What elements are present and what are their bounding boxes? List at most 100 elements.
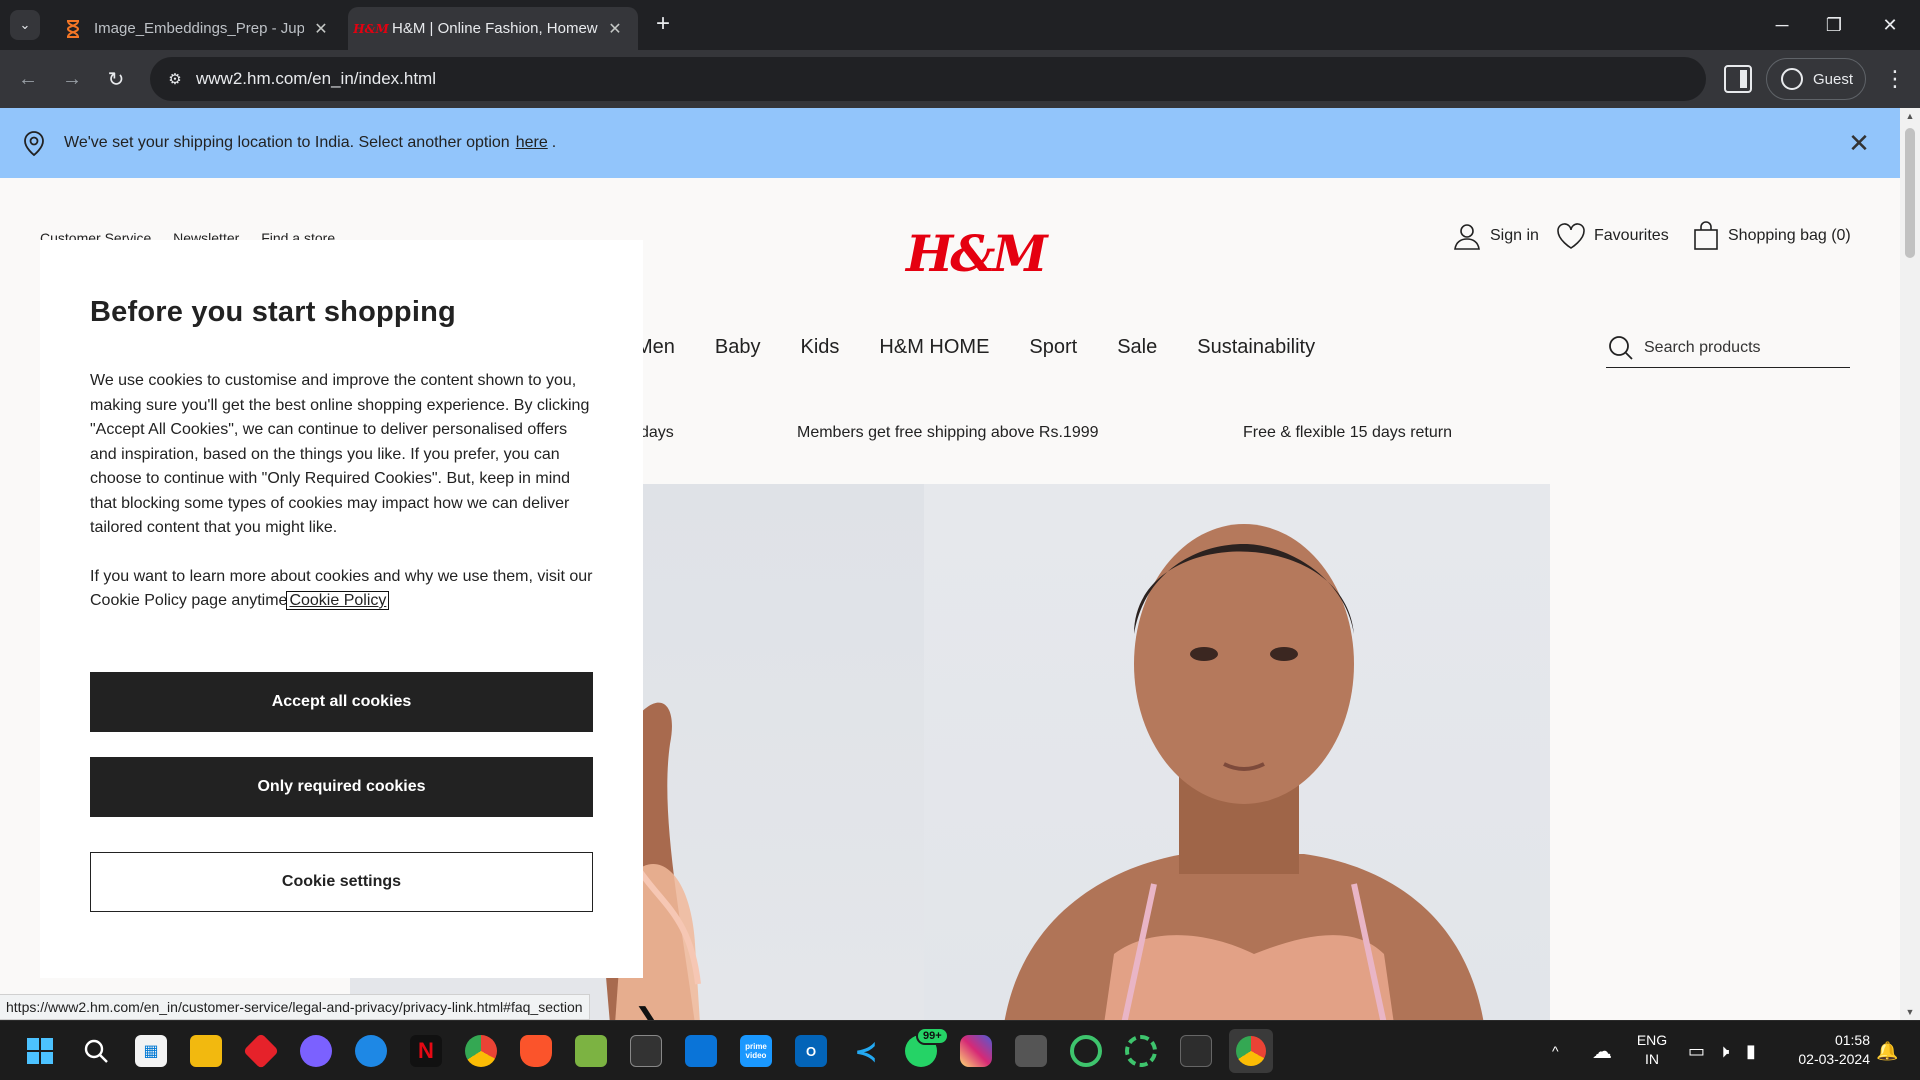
nav-item-kids[interactable]: Kids	[801, 336, 840, 359]
nav-item-sustainability[interactable]: Sustainability	[1197, 336, 1315, 359]
green-ring-app-icon[interactable]	[1070, 1035, 1102, 1067]
address-url: www2.hm.com/en_in/index.html	[196, 69, 436, 88]
person-icon	[1454, 224, 1480, 250]
hm-logo[interactable]: H&M	[906, 224, 1048, 283]
notepad-icon[interactable]	[575, 1035, 607, 1067]
search-icon	[1609, 335, 1633, 360]
reload-icon[interactable]: ↻	[100, 63, 132, 95]
hm-favicon-icon: H&M	[353, 21, 389, 36]
shipping-location-banner: We've set your shipping location to Indi…	[0, 108, 1900, 178]
restore-icon[interactable]: ❐	[1806, 0, 1862, 50]
windows-start-icon[interactable]	[24, 1035, 56, 1067]
web-page: We've set your shipping location to Indi…	[0, 108, 1900, 1020]
cookie-modal-body: We use cookies to customise and improve …	[90, 372, 590, 536]
scroll-down-icon[interactable]: ▼	[1904, 1007, 1916, 1017]
netflix-icon[interactable]: N	[410, 1035, 442, 1067]
vscode-icon[interactable]: ≺	[850, 1035, 882, 1067]
side-panel-icon[interactable]	[1724, 65, 1752, 93]
promo-text-3[interactable]: Free & flexible 15 days return	[1243, 424, 1452, 442]
heart-icon	[1557, 223, 1585, 249]
taskbar-search-icon[interactable]	[80, 1035, 112, 1067]
banner-here-link[interactable]: here	[516, 134, 548, 152]
scroll-up-icon[interactable]: ▲	[1904, 111, 1916, 121]
lang-line-1: ENG	[1636, 1032, 1668, 1048]
red-app-icon[interactable]	[242, 1032, 280, 1070]
tray-overflow-icon[interactable]: ^	[1552, 1021, 1559, 1080]
input-language-indicator[interactable]: ENG IN	[1632, 1031, 1672, 1069]
chrome-active-icon[interactable]	[1229, 1029, 1273, 1073]
scrollbar-thumb[interactable]	[1905, 128, 1915, 258]
outlook-icon[interactable]: O	[795, 1035, 827, 1067]
favourites-link[interactable]: Favourites	[1556, 220, 1669, 252]
only-required-cookies-button[interactable]: Only required cookies	[90, 757, 593, 817]
sign-in-link[interactable]: Sign in	[1452, 220, 1539, 252]
tab-jupyter[interactable]: Image_Embeddings_Prep - Jupyter ✕	[50, 7, 344, 50]
minimize-icon[interactable]: ─	[1754, 0, 1810, 50]
banner-close-icon[interactable]: ✕	[1844, 128, 1874, 158]
shopping-bag-label: Shopping bag (0)	[1728, 227, 1851, 244]
instagram-icon[interactable]	[960, 1035, 992, 1067]
model-portrait-photo	[1004, 524, 1484, 1020]
accept-all-cookies-button[interactable]: Accept all cookies	[90, 672, 593, 732]
cookie-policy-link[interactable]: Cookie Policy	[286, 591, 390, 610]
profile-button[interactable]: Guest	[1766, 58, 1866, 100]
new-tab-button[interactable]: +	[650, 12, 676, 38]
onedrive-cloud-icon[interactable]: ☁	[1592, 1021, 1612, 1080]
shopping-bag-link[interactable]: Shopping bag (0)	[1692, 220, 1851, 252]
tab-search-chevron-icon[interactable]: ⌄	[10, 10, 40, 40]
favourites-label: Favourites	[1594, 227, 1669, 244]
nav-item-hm-home[interactable]: H&M HOME	[879, 336, 989, 359]
copilot-icon[interactable]	[300, 1035, 332, 1067]
edge-icon[interactable]	[355, 1035, 387, 1067]
microsoft-store-icon[interactable]: ▦	[135, 1035, 167, 1067]
chrome-icon[interactable]	[465, 1035, 497, 1067]
window-close-icon[interactable]: ✕	[1862, 0, 1918, 50]
nav-item-sport[interactable]: Sport	[1029, 336, 1077, 359]
promo-text-2[interactable]: Members get free shipping above Rs.1999	[797, 424, 1099, 442]
carousel-next-arrow-icon[interactable]: ❯	[634, 1002, 659, 1020]
notification-bell-icon[interactable]: 🔔	[1876, 1021, 1898, 1080]
terminal-dark-icon[interactable]	[630, 1035, 662, 1067]
clock[interactable]: 01:58 02-03-2024	[1780, 1031, 1870, 1069]
shopping-bag-icon	[1694, 221, 1718, 250]
tab-title: H&M | Online Fashion, Homeware	[392, 20, 598, 37]
whatsapp-badge: 99+	[916, 1027, 949, 1045]
brave-icon[interactable]	[520, 1035, 552, 1067]
network-icon[interactable]: ▭	[1688, 1021, 1705, 1080]
cookie-modal-body-2: If you want to learn more about cookies …	[90, 565, 593, 614]
tab-hm[interactable]: H&M H&M | Online Fashion, Homeware ✕	[348, 7, 638, 50]
main-navigation: Men Baby Kids H&M HOME Sport Sale Sustai…	[636, 336, 1355, 359]
clock-time: 01:58	[1834, 1032, 1870, 1048]
battery-icon[interactable]: ▮	[1746, 1021, 1756, 1080]
more-menu-icon[interactable]: ⋮	[1880, 64, 1910, 94]
sign-in-label: Sign in	[1490, 227, 1539, 244]
page-scrollbar[interactable]: ▲ ▼	[1900, 108, 1920, 1020]
store-blue-icon[interactable]	[685, 1035, 717, 1067]
search-input[interactable]: Search products	[1606, 328, 1850, 368]
back-icon[interactable]: ←	[12, 63, 44, 95]
file-explorer-icon[interactable]	[190, 1035, 222, 1067]
forward-icon[interactable]: →	[56, 63, 88, 95]
banner-suffix: .	[551, 134, 557, 151]
promo-text-1[interactable]: days	[640, 424, 674, 442]
cookie-settings-button[interactable]: Cookie settings	[90, 852, 593, 912]
volume-muted-icon[interactable]: 🕨	[1718, 1021, 1729, 1080]
clock-date: 02-03-2024	[1798, 1051, 1870, 1067]
prime-video-icon[interactable]: prime video	[740, 1035, 772, 1067]
site-info-icon[interactable]: ⚙	[164, 68, 186, 90]
link-status-bubble: https://www2.hm.com/en_in/customer-servi…	[0, 994, 590, 1020]
location-pin-icon	[24, 131, 44, 157]
nav-item-baby[interactable]: Baby	[715, 336, 761, 359]
close-tab-icon[interactable]: ✕	[606, 19, 624, 39]
nav-item-sale[interactable]: Sale	[1117, 336, 1157, 359]
keyboard-app-icon[interactable]	[1015, 1035, 1047, 1067]
green-ring-app-2-icon[interactable]	[1125, 1035, 1157, 1067]
search-placeholder: Search products	[1644, 338, 1761, 356]
address-bar[interactable]: ⚙ www2.hm.com/en_in/index.html	[150, 57, 1706, 101]
hero-image-right	[924, 484, 1550, 1020]
close-tab-icon[interactable]: ✕	[312, 19, 330, 39]
tab-title: Image_Embeddings_Prep - Jupyter	[94, 20, 304, 37]
browser-toolbar: ← → ↻ ⚙ www2.hm.com/en_in/index.html Gue…	[0, 50, 1920, 108]
hourglass-icon	[64, 19, 82, 38]
powershell-icon[interactable]	[1180, 1035, 1212, 1067]
